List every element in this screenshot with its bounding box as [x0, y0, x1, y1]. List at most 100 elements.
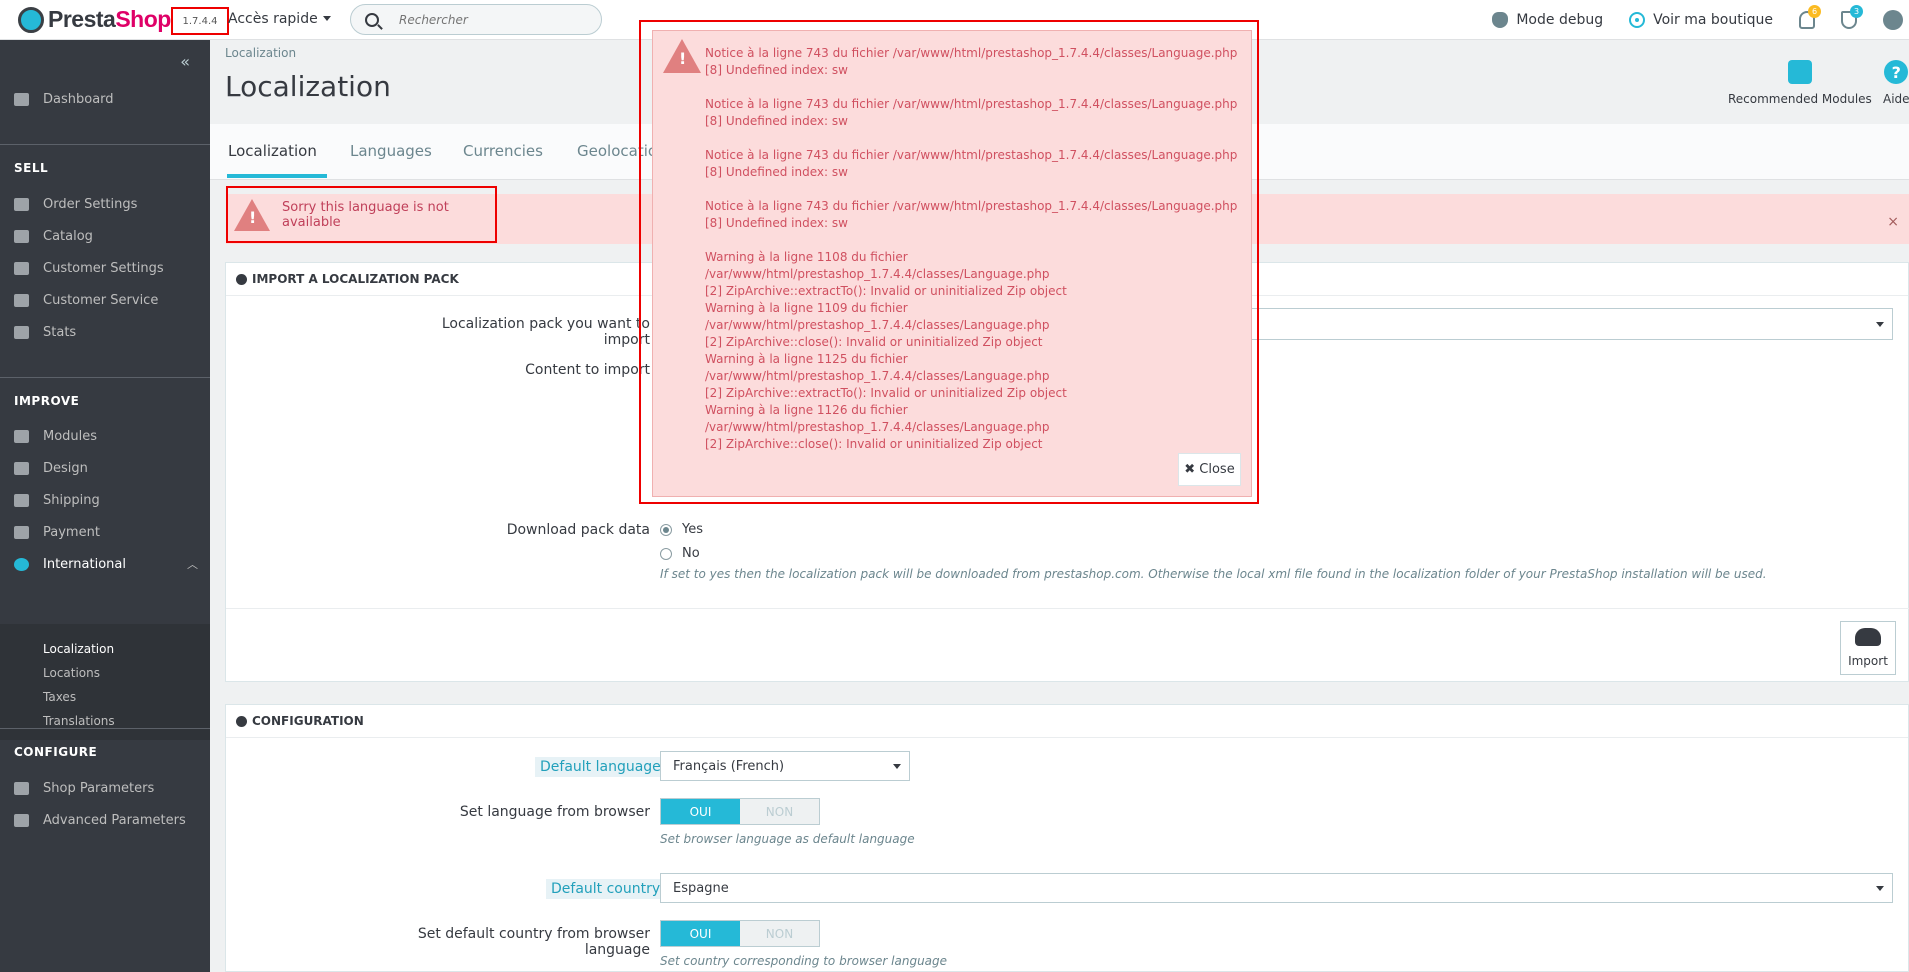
quick-access-dropdown[interactable]: Accès rapide: [228, 11, 331, 27]
cogs-icon: [236, 715, 247, 727]
debug-mode-link[interactable]: Mode debug: [1492, 12, 1603, 28]
user-circle-icon: [14, 261, 29, 275]
trophy-badge: 3: [1850, 5, 1863, 18]
sidebar-item-advanced-parameters[interactable]: Advanced Parameters: [0, 805, 210, 835]
sidebar-item-stats[interactable]: Stats: [0, 317, 210, 347]
help-button[interactable]: ? Aide: [1883, 60, 1909, 106]
browser-language-toggle[interactable]: OUI NON: [660, 798, 820, 825]
sidebar-item-international[interactable]: International ︿: [0, 549, 210, 579]
gear-icon: [14, 781, 29, 795]
prestashop-logo[interactable]: PrestaShop: [18, 6, 171, 33]
sidebar-item-design[interactable]: Design: [0, 453, 210, 483]
tab-languages[interactable]: Languages: [350, 142, 432, 160]
download-yes-radio[interactable]: Yes: [660, 522, 703, 537]
recommended-modules-button[interactable]: Recommended Modules: [1728, 60, 1872, 106]
notifications-bell-icon[interactable]: 6: [1799, 5, 1821, 29]
error-message: Warning à la ligne 1108 du fichier /var/…: [705, 250, 1067, 298]
cloud-upload-icon: [1855, 628, 1881, 646]
globe-icon: [236, 273, 247, 285]
notifications-badge: 6: [1808, 5, 1821, 18]
radio-checked[interactable]: [660, 523, 672, 536]
toggle-non[interactable]: NON: [740, 921, 819, 946]
bug-icon: [1492, 12, 1509, 28]
settings-box-icon: [14, 813, 29, 827]
error-message: Notice à la ligne 743 du fichier /var/ww…: [705, 199, 1238, 230]
default-country-select[interactable]: Espagne: [660, 873, 1893, 903]
search-input[interactable]: [399, 12, 589, 27]
puzzle-icon: [14, 429, 29, 443]
basket-icon: [14, 197, 29, 211]
tab-localization[interactable]: Localization: [228, 142, 317, 160]
error-message: Warning à la ligne 1109 du fichier /var/…: [705, 301, 1050, 349]
download-help: If set to yes then the localization pack…: [660, 567, 1767, 581]
breadcrumb[interactable]: Localization: [225, 46, 296, 60]
submenu-locations[interactable]: Locations: [43, 666, 100, 680]
download-no-radio[interactable]: No: [660, 546, 700, 561]
sidebar-item-modules[interactable]: Modules: [0, 421, 210, 451]
version-badge: 1.7.4.4: [171, 7, 229, 35]
download-label: Download pack data: [506, 522, 650, 538]
search-bar[interactable]: [350, 4, 602, 35]
tab-currencies[interactable]: Currencies: [463, 142, 543, 160]
default-language-select[interactable]: Français (French): [660, 751, 910, 781]
toggle-oui[interactable]: OUI: [661, 799, 740, 824]
logo-text: PrestaShop: [48, 6, 171, 32]
warning-icon: [234, 198, 270, 231]
default-language-label: Default language: [535, 757, 666, 777]
help-icon: ?: [1884, 60, 1909, 84]
collapse-sidebar-icon[interactable]: «: [180, 52, 190, 71]
view-shop-link[interactable]: Voir ma boutique: [1629, 12, 1773, 28]
sidebar-item-catalog[interactable]: Catalog: [0, 221, 210, 251]
browser-country-help: Set country corresponding to browser lan…: [660, 954, 948, 968]
error-alert: Sorry this language is not available: [226, 186, 497, 243]
error-message: Notice à la ligne 743 du fichier /var/ww…: [705, 46, 1238, 77]
section-configure: CONFIGURE: [14, 745, 98, 759]
sidebar-item-customer-service[interactable]: Customer Service: [0, 285, 210, 315]
submenu-localization[interactable]: Localization: [43, 642, 114, 656]
search-icon[interactable]: [365, 12, 379, 27]
sidebar-item-shop-parameters[interactable]: Shop Parameters: [0, 773, 210, 803]
section-improve: IMPROVE: [14, 394, 80, 408]
store-icon: [14, 229, 29, 243]
toggle-non[interactable]: NON: [740, 799, 819, 824]
error-message: Warning à la ligne 1126 du fichier /var/…: [705, 403, 1050, 451]
browser-language-help: Set browser language as default language: [660, 832, 915, 846]
pack-label: Localization pack you want to import: [441, 316, 650, 348]
page-title: Localization: [225, 70, 391, 103]
sidebar-item-shipping[interactable]: Shipping: [0, 485, 210, 515]
bar-chart-icon: [14, 325, 29, 339]
submenu-translations[interactable]: Translations: [43, 714, 115, 728]
error-message: Notice à la ligne 743 du fichier /var/ww…: [705, 148, 1238, 179]
content-label: Content to import: [525, 362, 650, 378]
close-button[interactable]: ✖ Close: [1178, 453, 1241, 486]
radio-unchecked[interactable]: [660, 547, 672, 560]
truck-icon: [14, 493, 29, 507]
sidebar-item-payment[interactable]: Payment: [0, 517, 210, 547]
configuration-panel-heading: CONFIGURATION: [226, 705, 1908, 738]
import-button[interactable]: Import: [1840, 621, 1896, 675]
trophy-icon[interactable]: 3: [1841, 5, 1863, 29]
user-avatar[interactable]: [1883, 10, 1903, 30]
toggle-oui[interactable]: OUI: [661, 921, 740, 946]
browser-country-label: Set default country from browser languag…: [417, 926, 650, 958]
error-modal: Notice à la ligne 743 du fichier /var/ww…: [652, 30, 1252, 497]
sidebar-item-order-settings[interactable]: Order Settings: [0, 189, 210, 219]
alert-message: Sorry this language is not available: [282, 199, 449, 230]
error-message: Warning à la ligne 1125 du fichier /var/…: [705, 352, 1067, 400]
active-tab-indicator: [227, 174, 327, 178]
eye-icon: [1629, 12, 1646, 28]
chat-icon: [14, 293, 29, 307]
puzzle-icon: [1787, 60, 1812, 84]
browser-country-toggle[interactable]: OUI NON: [660, 920, 820, 947]
warning-icon: [663, 39, 701, 73]
sidebar-item-customer-settings[interactable]: Customer Settings: [0, 253, 210, 283]
submenu-taxes[interactable]: Taxes: [43, 690, 76, 704]
monitor-icon: [14, 461, 29, 475]
section-sell: SELL: [14, 161, 49, 175]
sidebar-item-dashboard[interactable]: Dashboard: [0, 84, 210, 114]
globe-icon: [14, 557, 29, 571]
alert-close-button[interactable]: ×: [1887, 214, 1899, 230]
credit-card-icon: [14, 525, 29, 539]
sidebar: « Dashboard SELL Order Settings Catalog …: [0, 40, 210, 972]
default-country-label: Default country: [546, 879, 666, 899]
